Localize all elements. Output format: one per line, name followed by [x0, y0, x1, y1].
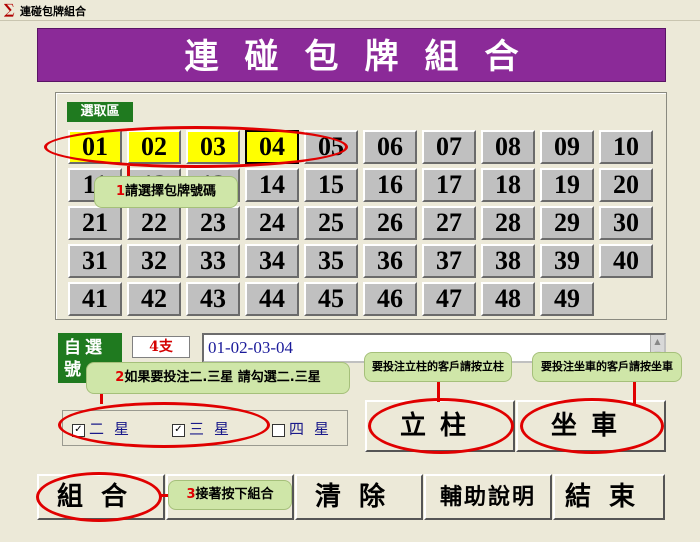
annotation-zuoche-tip: 要投注坐車的客戶請按坐車: [532, 352, 682, 382]
annotation-ring-zuoche: [520, 398, 664, 454]
annotation-number: 3: [186, 487, 196, 502]
number-button-41[interactable]: 41: [68, 282, 122, 316]
annotation-ring-lizhu: [368, 398, 514, 454]
annotation-text: 如果要投注二.三星 請勾選二.三星: [124, 370, 321, 385]
number-button-37[interactable]: 37: [422, 244, 476, 278]
number-button-14[interactable]: 14: [245, 168, 299, 202]
number-button-16[interactable]: 16: [363, 168, 417, 202]
annotation-ring-combine: [36, 472, 162, 522]
number-button-07[interactable]: 07: [422, 130, 476, 164]
number-button-21[interactable]: 21: [68, 206, 122, 240]
clear-button[interactable]: 清除: [295, 474, 423, 520]
help-button[interactable]: 輔助說明: [424, 474, 552, 520]
number-button-23[interactable]: 23: [186, 206, 240, 240]
number-button-49[interactable]: 49: [540, 282, 594, 316]
number-button-45[interactable]: 45: [304, 282, 358, 316]
app-icon: ∑: [4, 2, 15, 18]
number-button-27[interactable]: 27: [422, 206, 476, 240]
checkbox-label: 四星: [289, 420, 340, 438]
number-button-08[interactable]: 08: [481, 130, 535, 164]
annotation-text: 請選擇包牌號碼: [125, 184, 217, 199]
title-banner: 連碰包牌組合: [37, 28, 666, 82]
number-button-24[interactable]: 24: [245, 206, 299, 240]
number-button-46[interactable]: 46: [363, 282, 417, 316]
number-button-18[interactable]: 18: [481, 168, 535, 202]
number-button-31[interactable]: 31: [68, 244, 122, 278]
window-title: 連碰包牌組合: [20, 5, 86, 18]
annotation-ring-numbers: [44, 126, 348, 168]
number-button-47[interactable]: 47: [422, 282, 476, 316]
annotation-star-options: 2如果要投注二.三星 請勾選二.三星: [86, 362, 350, 394]
number-button-34[interactable]: 34: [245, 244, 299, 278]
number-button-15[interactable]: 15: [304, 168, 358, 202]
annotation-select-numbers: 1請選擇包牌號碼: [94, 176, 238, 208]
annotation-text: 接著按下組合: [195, 487, 274, 502]
exit-button[interactable]: 結束: [553, 474, 665, 520]
window-titlebar: ∑ 連碰包牌組合: [0, 0, 700, 21]
checkbox-box[interactable]: [272, 423, 285, 437]
number-button-29[interactable]: 29: [540, 206, 594, 240]
number-button-26[interactable]: 26: [363, 206, 417, 240]
number-button-42[interactable]: 42: [127, 282, 181, 316]
number-button-06[interactable]: 06: [363, 130, 417, 164]
number-button-25[interactable]: 25: [304, 206, 358, 240]
number-button-32[interactable]: 32: [127, 244, 181, 278]
number-button-30[interactable]: 30: [599, 206, 653, 240]
banner-title: 連碰包牌組合: [184, 37, 545, 77]
annotation-lizhu-tip: 要投注立柱的客戶請按立柱: [364, 352, 512, 382]
scroll-up-icon[interactable]: ▲: [650, 335, 664, 348]
number-button-22[interactable]: 22: [127, 206, 181, 240]
number-button-28[interactable]: 28: [481, 206, 535, 240]
number-button-19[interactable]: 19: [540, 168, 594, 202]
selection-count: 4支: [132, 336, 190, 358]
number-button-10[interactable]: 10: [599, 130, 653, 164]
number-button-17[interactable]: 17: [422, 168, 476, 202]
selected-numbers-value: 01-02-03-04: [208, 338, 293, 357]
annotation-combine: 3接著按下組合: [168, 480, 292, 510]
number-button-35[interactable]: 35: [304, 244, 358, 278]
annotation-number: 2: [115, 370, 125, 385]
number-button-39[interactable]: 39: [540, 244, 594, 278]
number-button-43[interactable]: 43: [186, 282, 240, 316]
number-button-20[interactable]: 20: [599, 168, 653, 202]
number-button-44[interactable]: 44: [245, 282, 299, 316]
checkbox-4-star[interactable]: 四星: [272, 418, 339, 439]
number-button-38[interactable]: 38: [481, 244, 535, 278]
annotation-ring-stars: [58, 402, 270, 448]
number-button-48[interactable]: 48: [481, 282, 535, 316]
number-button-36[interactable]: 36: [363, 244, 417, 278]
annotation-number: 1: [115, 184, 126, 199]
number-button-40[interactable]: 40: [599, 244, 653, 278]
selection-area-label: 選取區: [67, 102, 133, 122]
number-button-09[interactable]: 09: [540, 130, 594, 164]
number-button-33[interactable]: 33: [186, 244, 240, 278]
